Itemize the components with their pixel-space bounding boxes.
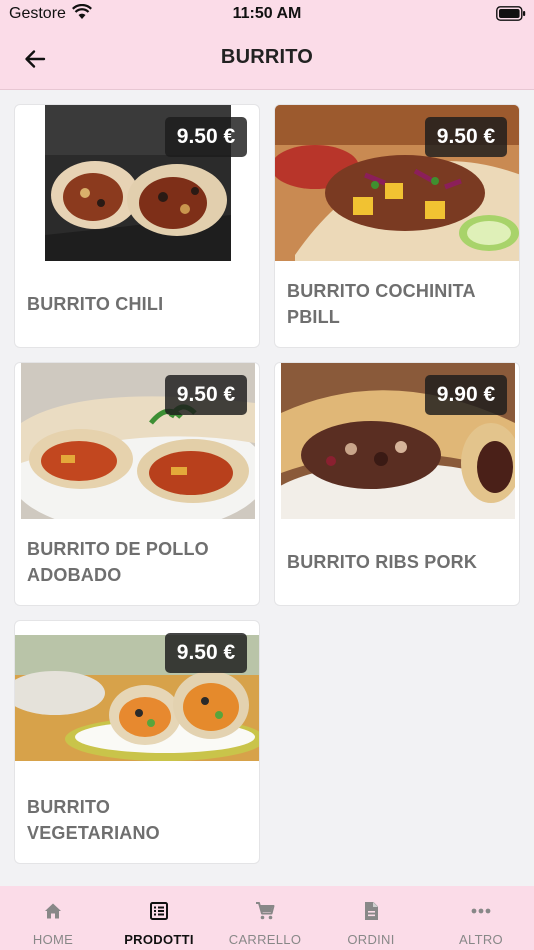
tab-label: PRODOTTI: [124, 932, 194, 947]
top-app-bar: BURRITO: [0, 28, 534, 90]
tab-label: CARRELLO: [228, 932, 302, 947]
tab-ordini[interactable]: ORDINI: [318, 886, 424, 950]
tab-carrello[interactable]: CARRELLO: [212, 886, 318, 950]
price-badge: 9.50 €: [165, 375, 247, 415]
list-icon: [150, 902, 168, 920]
bottom-tab-bar: HOME PRODOTTI CARRELLO ORDINI ALTRO: [0, 886, 534, 950]
tab-altro[interactable]: ALTRO: [428, 886, 534, 950]
status-bar: Gestore 11:50 AM: [0, 0, 534, 28]
product-card[interactable]: 9.50 € BURRITO VEGETARIANO: [14, 620, 260, 864]
product-card[interactable]: 9.50 € BURRITO DE POLLO ADOBADO: [14, 362, 260, 606]
tab-label: HOME: [32, 932, 74, 947]
product-name: BURRITO CHILI: [27, 294, 164, 314]
cart-icon: [256, 902, 275, 920]
product-name: BURRITO VEGETARIANO: [27, 797, 160, 843]
battery-icon: [496, 6, 526, 21]
product-card[interactable]: 9.50 € BURRITO CHILI: [14, 104, 260, 348]
price-badge: 9.50 €: [165, 117, 247, 157]
tab-label: ALTRO: [459, 932, 503, 947]
tab-home[interactable]: HOME: [0, 886, 106, 950]
price-badge: 9.90 €: [425, 375, 507, 415]
product-name: BURRITO RIBS PORK: [287, 552, 478, 572]
product-grid: 9.50 € BURRITO CHILI 9.50 € BURRITO COCH…: [0, 90, 534, 886]
home-icon: [45, 903, 61, 919]
product-name: BURRITO DE POLLO ADOBADO: [27, 539, 209, 585]
product-name: BURRITO COCHINITA PBILL: [287, 281, 476, 327]
document-icon: [365, 902, 378, 920]
price-badge: 9.50 €: [165, 633, 247, 673]
tab-prodotti[interactable]: PRODOTTI: [106, 886, 212, 950]
clock: 11:50 AM: [232, 5, 302, 22]
tab-label: ORDINI: [347, 932, 395, 947]
more-icon: [471, 908, 491, 914]
page-title: BURRITO: [220, 46, 314, 68]
price-badge: 9.50 €: [425, 117, 507, 157]
product-card[interactable]: 9.50 € BURRITO COCHINITA PBILL: [274, 104, 520, 348]
product-card[interactable]: 9.90 € BURRITO RIBS PORK: [274, 362, 520, 606]
